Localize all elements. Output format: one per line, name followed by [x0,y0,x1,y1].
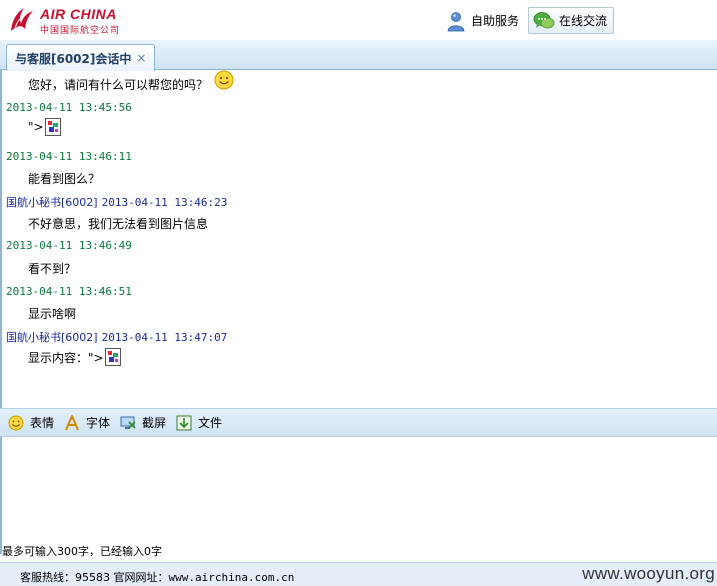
input-toolbar: 表情 字体 截屏 文件 [0,408,717,437]
screenshot-icon [120,416,136,429]
emoticon-button[interactable]: 表情 [8,414,54,431]
message-timestamp: 2013-04-11 13:46:11 [6,150,132,163]
chat-message: 您好，请问有什么可以帮您的吗？ [28,70,234,93]
chat-message: 不好意思，我们无法看到图片信息 [28,215,208,232]
chat-message: 显示啥啊 [28,305,76,322]
hotline-label: 客服热线： [20,571,75,584]
message-text: 显示内容："> [28,350,104,365]
hotline-number: 95583 [75,571,110,584]
tab-label: 与客服[6002]会话中 [15,51,132,66]
chat-bubbles-icon [533,11,555,28]
site-url-link[interactable]: www.airchina.com.cn [169,571,295,584]
message-text: 不好意思，我们无法看到图片信息 [28,217,209,231]
watermark: www.wooyun.org [582,564,715,583]
message-text: "> [28,120,44,134]
agent-header: 国航小秘书[6002] 2013-04-11 13:47:07 [6,329,227,345]
logo-name: AIR CHINA [40,6,117,22]
font-button[interactable]: 字体 [64,414,110,431]
site-label: 官网网址： [113,571,169,584]
message-timestamp: 2013-04-11 13:45:56 [6,101,132,114]
agent-name: 国航小秘书[6002] [6,196,98,209]
message-text: 能看到图么？ [28,172,101,186]
screenshot-label: 截屏 [142,416,167,430]
header: AIR CHINA 中国国际航空公司 自助服务 在线交流 [0,0,717,40]
message-text: 您好，请问有什么可以帮您的吗？ [28,78,209,92]
file-label: 文件 [198,416,223,430]
character-counter: 最多可输入300字，已经输入0字 [2,545,162,558]
agent-timestamp: 2013-04-11 13:46:23 [101,196,228,209]
online-chat-button[interactable]: 在线交流 [528,7,615,34]
message-input[interactable] [2,437,717,543]
font-label: 字体 [86,416,111,430]
person-icon [447,11,465,31]
footer-info: 客服热线：95583 官网网址：www.airchina.com.cn [20,569,294,585]
online-chat-label: 在线交流 [559,14,608,28]
file-button[interactable]: 文件 [176,414,222,431]
self-service-label: 自助服务 [471,14,520,28]
air-china-logo: AIR CHINA 中国国际航空公司 [6,4,119,36]
chat-transcript[interactable]: 您好，请问有什么可以帮您的吗？ 2013-04-11 13:45:56 "> 2… [0,70,717,408]
chat-message: 看不到？ [28,260,76,277]
smiley-icon [214,70,234,89]
smiley-icon [8,415,24,430]
chat-message: 显示内容："> [28,348,121,366]
broken-image-icon [44,118,61,136]
footer: 客服热线：95583 官网网址：www.airchina.com.cn www.… [0,562,717,586]
agent-header: 国航小秘书[6002] 2013-04-11 13:46:23 [6,194,227,210]
agent-timestamp: 2013-04-11 13:47:07 [101,331,228,344]
close-icon[interactable]: × [136,51,146,65]
font-icon [65,414,79,430]
broken-image-icon [104,348,121,366]
phoenix-logo-icon [11,8,33,31]
logo-chinese-name: 中国国际航空公司 [40,25,121,35]
chat-message: 能看到图么？ [28,170,100,187]
message-text: 看不到？ [28,262,77,276]
agent-name: 国航小秘书[6002] [6,331,98,344]
message-timestamp: 2013-04-11 13:46:51 [6,285,132,298]
message-input-area: 最多可输入300字，已经输入0字 [0,437,717,558]
tab-bar: 与客服[6002]会话中 × [0,40,717,71]
self-service-button[interactable]: 自助服务 [440,7,526,34]
screenshot-button[interactable]: 截屏 [120,414,166,431]
chat-message: "> [28,118,61,136]
tab-chat-session[interactable]: 与客服[6002]会话中 × [6,44,156,71]
emoticon-label: 表情 [30,416,55,430]
message-text: 显示啥啊 [28,307,77,321]
file-icon [176,415,192,430]
message-timestamp: 2013-04-11 13:46:49 [6,239,132,252]
